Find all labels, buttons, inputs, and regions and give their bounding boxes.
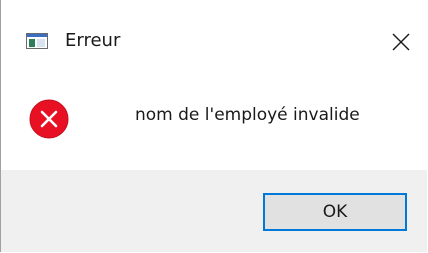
error-icon xyxy=(29,99,69,139)
button-bar: OK xyxy=(1,170,427,252)
application-window-icon xyxy=(26,33,48,49)
window-title: Erreur xyxy=(65,30,121,51)
title-bar[interactable]: Erreur xyxy=(1,0,427,80)
close-button[interactable] xyxy=(377,18,425,66)
message-area: nom de l'employé invalide xyxy=(1,80,427,170)
ok-button[interactable]: OK xyxy=(263,193,407,231)
error-message: nom de l'employé invalide xyxy=(135,105,360,125)
close-icon xyxy=(392,33,410,51)
error-dialog: Erreur nom de l'employé invalide OK xyxy=(0,0,427,252)
